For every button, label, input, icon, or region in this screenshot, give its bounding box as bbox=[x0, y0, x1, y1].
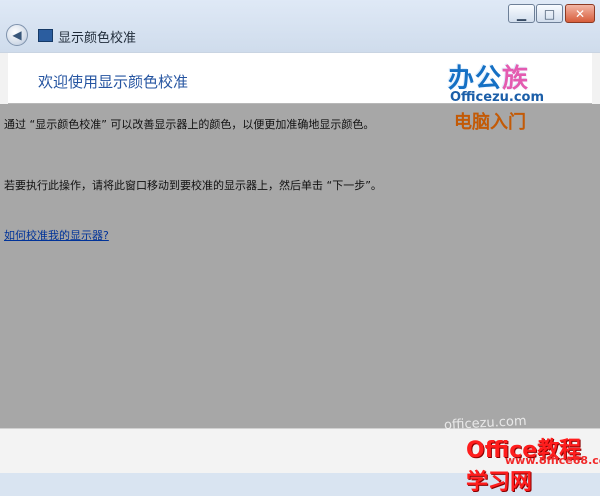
close-button[interactable]: ✕ bbox=[565, 4, 595, 23]
intro-text: 通过 “显示颜色校准” 可以改善显示器上的颜色，以便更加准确地显示颜色。 bbox=[4, 118, 375, 131]
close-icon: ✕ bbox=[574, 6, 586, 21]
window-title: 显示颜色校准 bbox=[58, 31, 137, 46]
brand-domain: Officezu.com bbox=[450, 90, 545, 105]
maximize-icon: □ bbox=[543, 6, 556, 21]
site-watermark-url: www.office68.com bbox=[505, 454, 600, 467]
back-arrow-icon: ◀ bbox=[12, 28, 22, 42]
brand-subtitle: 电脑入门 bbox=[454, 112, 526, 133]
instruction-text: 若要执行此操作，请将此窗口移动到要校准的显示器上，然后单击 “下一步”。 bbox=[4, 179, 382, 192]
monitor-icon bbox=[38, 29, 53, 42]
content-overlay bbox=[0, 104, 600, 428]
maximize-button[interactable]: □ bbox=[536, 4, 563, 23]
back-button[interactable]: ◀ bbox=[6, 24, 28, 46]
page-heading: 欢迎使用显示颜色校准 bbox=[38, 73, 189, 91]
help-link[interactable]: 如何校准我的显示器? bbox=[4, 227, 109, 243]
brand-watermark: 办公族 Officezu.com 电脑入门 bbox=[448, 58, 558, 133]
title-bar: ▁ □ ✕ ◀ 显示颜色校准 bbox=[0, 0, 600, 53]
minimize-button[interactable]: ▁ bbox=[508, 4, 535, 23]
calibration-window: ▁ □ ✕ ◀ 显示颜色校准 欢迎使用显示颜色校准 通过 “显示颜色校准” 可以… bbox=[0, 0, 600, 495]
minimize-icon: ▁ bbox=[516, 6, 527, 21]
